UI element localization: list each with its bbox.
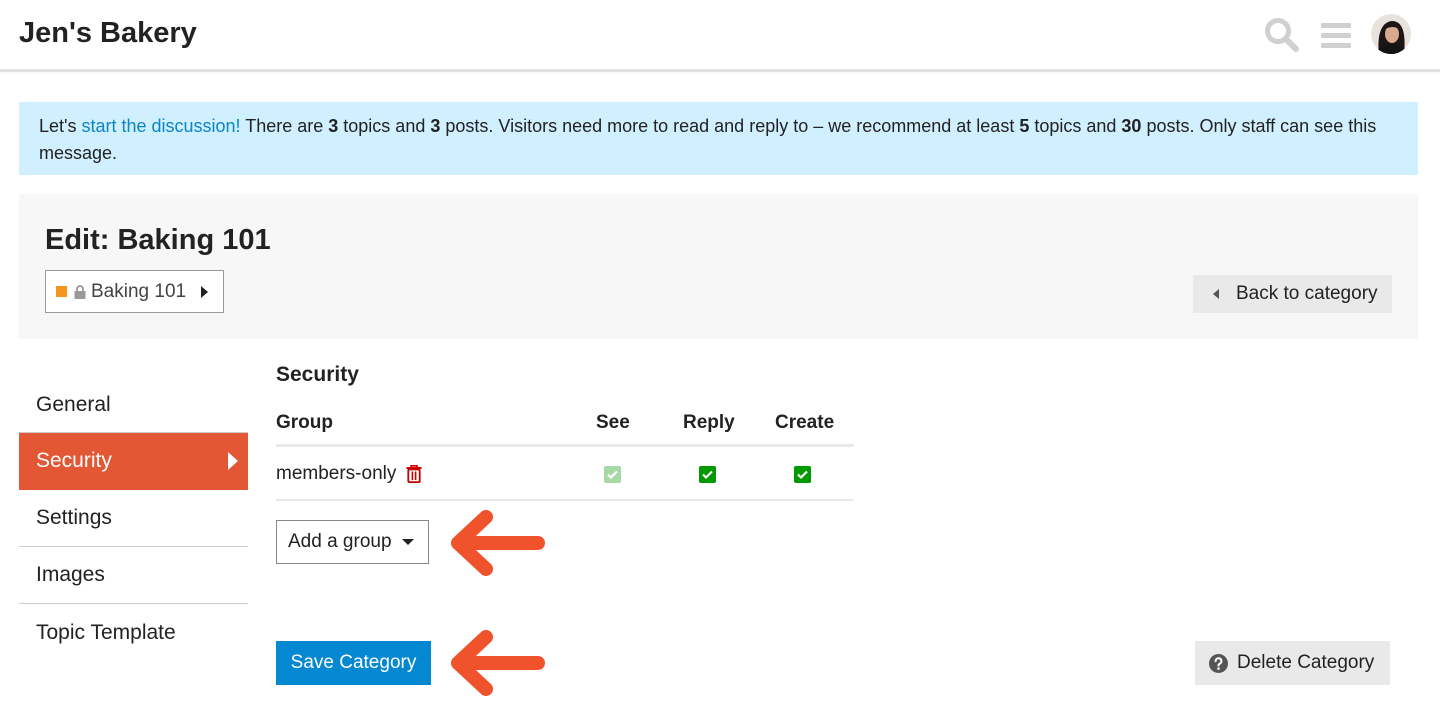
search-icon[interactable] xyxy=(1263,16,1301,54)
menu-icon[interactable] xyxy=(1320,16,1352,54)
site-title[interactable]: Jen's Bakery xyxy=(19,17,197,50)
caret-right-icon xyxy=(228,452,238,470)
delete-category-button[interactable]: Delete Category xyxy=(1195,641,1390,685)
permissions-table: Group See Reply Create members-only xyxy=(276,408,854,501)
staff-notice-banner: Let's start the discussion! There are 3 … xyxy=(19,102,1418,175)
checkmark-icon xyxy=(607,470,618,479)
category-badge[interactable]: Baking 101 xyxy=(45,270,224,313)
nav-item-topic-template[interactable]: Topic Template xyxy=(19,604,248,661)
group-cell: members-only xyxy=(276,463,422,485)
reply-checkbox[interactable] xyxy=(699,466,716,483)
checkmark-icon xyxy=(797,470,808,479)
nav-item-security[interactable]: Security xyxy=(19,433,248,490)
notice-text: posts. Visitors need more to read and re… xyxy=(440,116,1020,136)
checkmark-icon xyxy=(702,470,713,479)
question-circle-icon xyxy=(1209,653,1228,673)
nav-item-label: Topic Template xyxy=(36,620,176,644)
topics-count: 3 xyxy=(328,116,339,136)
notice-text: topics and xyxy=(1029,116,1122,136)
group-name: members-only xyxy=(276,463,397,484)
nav-item-label: General xyxy=(36,392,111,416)
posts-count: 3 xyxy=(430,116,441,136)
annotation-arrow-icon xyxy=(451,510,545,576)
delete-category-label: Delete Category xyxy=(1237,652,1375,673)
nav-item-label: Images xyxy=(36,563,105,586)
edit-category-header: Edit: Baking 101 Baking 101 Back to cate… xyxy=(19,194,1418,339)
save-category-button[interactable]: Save Category xyxy=(276,641,431,685)
column-header-reply: Reply xyxy=(683,412,735,433)
notice-text: There are xyxy=(240,116,329,136)
nav-item-label: Security xyxy=(36,449,112,472)
create-checkbox[interactable] xyxy=(794,466,811,483)
add-group-dropdown[interactable]: Add a group xyxy=(276,520,429,564)
site-header: Jen's Bakery xyxy=(0,0,1440,72)
column-header-create: Create xyxy=(775,412,835,433)
notice-text: topics and xyxy=(338,116,431,136)
annotation-arrow-icon xyxy=(451,630,545,696)
nav-item-images[interactable]: Images xyxy=(19,547,248,604)
nav-item-label: Settings xyxy=(36,506,112,529)
caret-down-icon xyxy=(401,539,414,545)
trash-icon[interactable] xyxy=(406,465,422,483)
lock-icon xyxy=(74,284,86,299)
avatar[interactable] xyxy=(1371,14,1411,54)
table-header-row: Group See Reply Create xyxy=(276,408,854,447)
section-title: Security xyxy=(276,363,359,386)
category-settings-nav: General Security Settings Images Topic T… xyxy=(19,377,248,661)
see-checkbox[interactable] xyxy=(604,466,621,483)
recommended-posts: 30 xyxy=(1121,116,1142,136)
avatar-image xyxy=(1371,14,1411,54)
notice-text: Let's xyxy=(39,116,82,136)
nav-item-settings[interactable]: Settings xyxy=(19,490,248,547)
back-to-category-button[interactable]: Back to category xyxy=(1193,275,1392,313)
table-row: members-only xyxy=(276,447,854,501)
back-to-category-label: Back to category xyxy=(1236,283,1378,304)
column-header-group: Group xyxy=(276,412,333,433)
page-title: Edit: Baking 101 xyxy=(45,224,271,256)
add-group-label: Add a group xyxy=(288,531,392,552)
category-color-swatch xyxy=(56,286,67,297)
caret-right-icon xyxy=(201,285,209,298)
recommended-topics: 5 xyxy=(1019,116,1030,136)
column-header-see: See xyxy=(596,412,630,433)
category-badge-label: Baking 101 xyxy=(91,280,187,302)
nav-item-general[interactable]: General xyxy=(19,377,248,433)
caret-left-icon xyxy=(1213,289,1219,299)
start-discussion-link[interactable]: start the discussion! xyxy=(81,116,240,136)
